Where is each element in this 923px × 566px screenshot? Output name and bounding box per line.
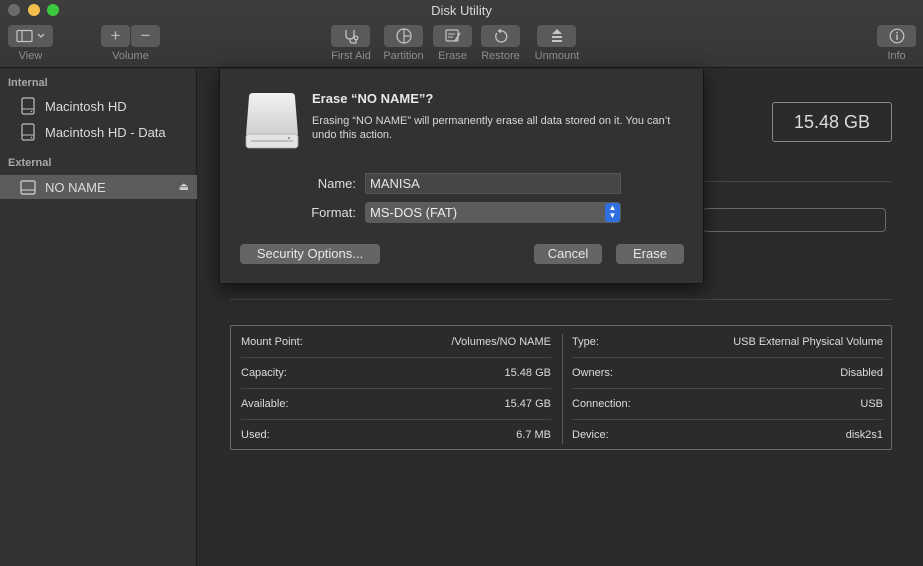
sidebar: Internal Macintosh HD Macintosh HD - Dat… xyxy=(0,69,197,566)
sidebar-section-external: External xyxy=(8,157,52,169)
restore-arrow-icon xyxy=(494,28,507,43)
format-select[interactable]: MS-DOS (FAT) ▲ ▼ xyxy=(365,202,621,223)
connection-label: Connection: xyxy=(572,398,631,410)
chevron-up-down-icon: ▲ ▼ xyxy=(605,203,620,222)
remove-volume-button[interactable]: − xyxy=(131,25,160,47)
format-selected-value: MS-DOS (FAT) xyxy=(370,205,458,220)
erase-label: Erase xyxy=(438,50,467,62)
erase-dialog: Erase “NO NAME”? Erasing “NO NAME” will … xyxy=(219,69,704,284)
info-button[interactable] xyxy=(877,25,916,47)
sidebar-toggle-icon xyxy=(15,29,44,43)
add-volume-button[interactable]: + xyxy=(101,25,130,47)
format-field-label: Format: xyxy=(311,205,356,220)
divider xyxy=(230,299,892,300)
partition-button[interactable] xyxy=(384,25,423,47)
view-label: View xyxy=(18,50,43,62)
unmount-label: Unmount xyxy=(534,50,580,62)
capacity-label: Capacity: xyxy=(241,367,287,379)
dialog-title: Erase “NO NAME”? xyxy=(312,91,434,106)
device-value: disk2s1 xyxy=(845,429,883,441)
unmount-button[interactable] xyxy=(537,25,576,47)
info-icon xyxy=(889,28,904,44)
sidebar-item-no-name[interactable]: NO NAME ⏏ xyxy=(0,175,197,199)
type-value: USB External Physical Volume xyxy=(733,336,883,348)
volume-label: Volume xyxy=(112,50,149,62)
first-aid-label: First Aid xyxy=(331,50,371,62)
usage-bar xyxy=(703,208,886,232)
dialog-message: Erasing “NO NAME” will permanently erase… xyxy=(312,115,671,141)
mount-point-value: /Volumes/NO NAME xyxy=(451,336,551,348)
name-input[interactable]: MANISA xyxy=(365,173,621,194)
name-field-label: Name: xyxy=(317,176,356,191)
info-row: Used: 6.7 MB Device: disk2s1 xyxy=(231,419,893,450)
security-options-button[interactable]: Security Options... xyxy=(240,244,380,264)
type-label: Type: xyxy=(572,336,599,348)
sidebar-item-label: Macintosh HD xyxy=(45,98,127,114)
device-label: Device: xyxy=(572,429,609,441)
owners-value: Disabled xyxy=(840,367,883,379)
info-row: Available: 15.47 GB Connection: USB xyxy=(231,388,893,419)
window-title: Disk Utility xyxy=(431,3,492,18)
internal-disk-icon xyxy=(21,123,35,141)
sidebar-item-macintosh-hd[interactable]: Macintosh HD xyxy=(0,94,197,118)
disk-utility-window: Disk Utility View + − Volume First Aid P… xyxy=(0,0,923,566)
sidebar-item-macintosh-hd-data[interactable]: Macintosh HD - Data xyxy=(0,120,197,144)
cancel-button[interactable]: Cancel xyxy=(534,244,602,264)
owners-label: Owners: xyxy=(572,367,613,379)
volume-size-display: 15.48 GB xyxy=(772,102,892,142)
toolbar: Disk Utility View + − Volume First Aid P… xyxy=(0,0,923,68)
eject-icon[interactable]: ⏏ xyxy=(179,180,189,193)
divider xyxy=(703,181,891,182)
mount-point-label: Mount Point: xyxy=(241,336,303,348)
partition-label: Partition xyxy=(383,50,424,62)
restore-label: Restore xyxy=(481,50,520,62)
restore-button[interactable] xyxy=(481,25,520,47)
sidebar-section-internal: Internal xyxy=(8,77,48,89)
info-row: Capacity: 15.48 GB Owners: Disabled xyxy=(231,357,893,388)
sidebar-item-label: NO NAME xyxy=(45,179,106,195)
volume-info-table: Mount Point: /Volumes/NO NAME Type: USB … xyxy=(230,325,892,450)
erase-icon xyxy=(444,29,461,42)
capacity-value: 15.48 GB xyxy=(504,367,551,379)
external-drive-icon xyxy=(245,93,299,149)
used-label: Used: xyxy=(241,429,270,441)
available-label: Available: xyxy=(241,398,289,410)
connection-value: USB xyxy=(860,398,883,410)
sidebar-item-label: Macintosh HD - Data xyxy=(45,124,166,140)
internal-disk-icon xyxy=(21,97,35,115)
external-disk-icon xyxy=(20,180,36,195)
info-row: Mount Point: /Volumes/NO NAME Type: USB … xyxy=(231,326,893,357)
available-value: 15.47 GB xyxy=(504,398,551,410)
erase-button[interactable] xyxy=(433,25,472,47)
plus-icon: + xyxy=(110,26,121,45)
erase-confirm-button[interactable]: Erase xyxy=(616,244,684,264)
unmount-icon xyxy=(551,29,562,42)
used-value: 6.7 MB xyxy=(516,429,551,441)
pie-chart-icon xyxy=(395,28,412,44)
stethoscope-icon xyxy=(344,30,358,44)
minus-icon: − xyxy=(140,26,151,45)
view-button[interactable] xyxy=(8,25,53,47)
first-aid-button[interactable] xyxy=(331,25,370,47)
info-label: Info xyxy=(887,50,906,62)
